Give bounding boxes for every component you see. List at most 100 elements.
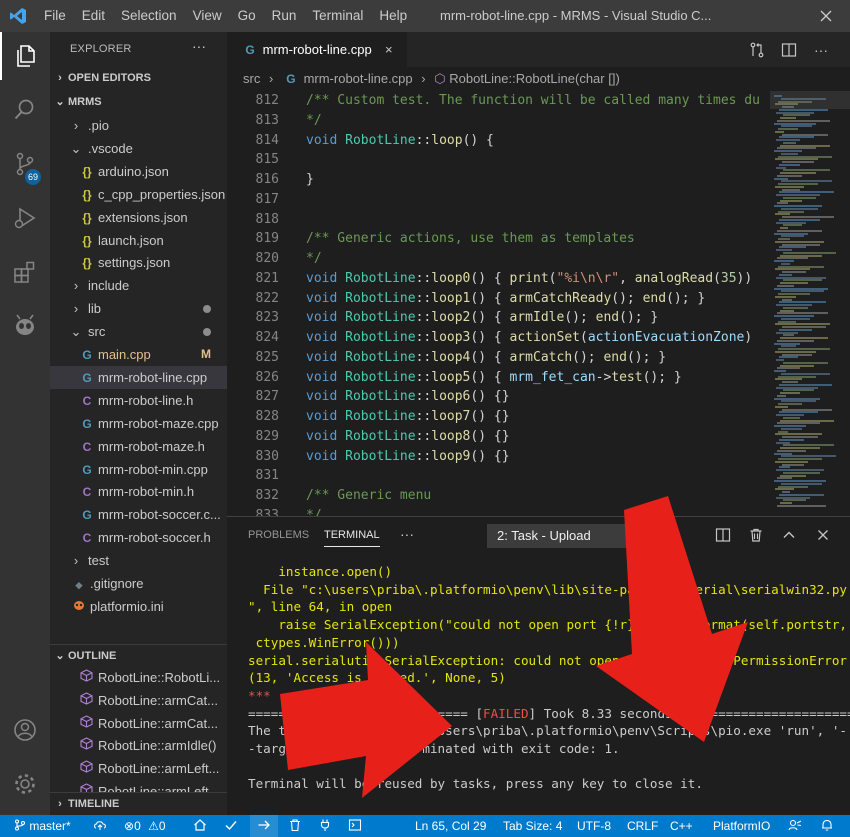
minimap-line <box>776 414 804 416</box>
tree-file[interactable]: Gmrm-robot-min.cpp <box>50 458 227 481</box>
platformio-status[interactable]: PlatformIO <box>713 815 770 837</box>
minimap-line <box>779 438 804 441</box>
code-editor[interactable]: 812 /** Custom test. The function will be… <box>227 91 770 516</box>
code-text: void RobotLine::loop6() {} <box>306 387 510 407</box>
extensions-icon[interactable] <box>0 248 50 296</box>
sync-icon[interactable] <box>93 815 107 837</box>
code-token: RobotLine <box>345 428 416 444</box>
tree-folder[interactable]: › lib <box>50 297 227 320</box>
encoding[interactable]: UTF-8 <box>577 815 611 837</box>
code-token: armCatchReady <box>509 290 612 306</box>
tree-file[interactable]: {} extensions.json <box>50 206 227 229</box>
menu-run[interactable]: Run <box>264 0 305 32</box>
tree-file[interactable]: platformio.ini <box>50 595 227 618</box>
outline-item[interactable]: RobotLine::armCat... <box>50 689 227 712</box>
run-debug-icon[interactable] <box>0 194 50 242</box>
tree-file[interactable]: Gmrm-robot-soccer.c... <box>50 503 227 526</box>
terminal-select-dropdown[interactable]: 2: Task - Upload <box>487 524 677 548</box>
close-window-button[interactable] <box>810 0 842 32</box>
timeline-section[interactable]: › TIMELINE <box>50 792 227 814</box>
close-panel-icon[interactable] <box>809 521 837 549</box>
tree-file[interactable]: Cmrm-robot-soccer.h <box>50 526 227 549</box>
branch-status[interactable]: master* <box>14 815 71 837</box>
open-changes-icon[interactable] <box>743 32 771 67</box>
outline-section[interactable]: ⌄ OUTLINE <box>50 644 227 666</box>
menu-selection[interactable]: Selection <box>113 0 185 32</box>
pio-home-icon[interactable] <box>193 815 207 837</box>
pio-plug-icon[interactable] <box>318 815 332 837</box>
tab-mrm-robot-line-cpp[interactable]: G mrm-robot-line.cpp × <box>227 32 407 67</box>
outline-item[interactable]: RobotLine::RobotLi... <box>50 666 227 689</box>
outline-item[interactable]: RobotLine::armCat... <box>50 712 227 735</box>
explorer-icon[interactable] <box>0 32 50 80</box>
accounts-icon[interactable] <box>0 706 50 754</box>
tree-file[interactable]: {} arduino.json <box>50 160 227 183</box>
tree-file[interactable]: Cmrm-robot-maze.h <box>50 435 227 458</box>
menu-help[interactable]: Help <box>371 0 415 32</box>
tree-file[interactable]: ◆ .gitignore <box>50 572 227 595</box>
tab-terminal[interactable]: TERMINAL <box>324 517 380 547</box>
pio-terminal-icon[interactable] <box>348 815 362 837</box>
tree-file[interactable]: {} settings.json <box>50 251 227 274</box>
pio-upload-arrow-icon[interactable] <box>250 815 278 837</box>
explorer-more-actions-button[interactable]: ··· <box>192 38 206 54</box>
breadcrumb-file[interactable]: mrm-robot-line.cpp <box>304 71 413 86</box>
search-icon[interactable] <box>0 86 50 134</box>
minimap-line <box>780 502 792 504</box>
outline-item[interactable]: RobotLine::armIdle() <box>50 734 227 757</box>
feedback-icon[interactable] <box>788 815 802 837</box>
tree-folder[interactable]: ⌄ src <box>50 320 227 343</box>
minimap-slider[interactable] <box>770 91 850 109</box>
editor-more-actions-button[interactable]: ··· <box>807 32 835 67</box>
code-token: /** Generic actions, use them as templat… <box>306 231 635 247</box>
menu-go[interactable]: Go <box>230 0 264 32</box>
minimap[interactable] <box>770 91 850 516</box>
tree-file[interactable]: {} launch.json <box>50 229 227 252</box>
tree-file[interactable]: Gmain.cpp M <box>50 343 227 366</box>
split-terminal-icon[interactable] <box>709 521 737 549</box>
tree-file[interactable]: Cmrm-robot-min.h <box>50 480 227 503</box>
language-mode[interactable]: C++ <box>670 815 693 837</box>
code-text: void RobotLine::loop0() { print("%i\n\r"… <box>306 269 752 289</box>
workspace-section[interactable]: ⌄ MRMS <box>50 91 227 113</box>
end-of-line[interactable]: CRLF <box>627 815 658 837</box>
tree-folder[interactable]: › test <box>50 549 227 572</box>
platformio-alien-icon[interactable] <box>0 302 50 350</box>
open-editors-section[interactable]: › OPEN EDITORS <box>50 67 227 89</box>
panel-more-button[interactable]: ··· <box>400 517 414 552</box>
outline-item[interactable]: RobotLine::armLeft... <box>50 757 227 780</box>
menu-view[interactable]: View <box>185 0 230 32</box>
code-token: void <box>306 330 346 345</box>
menu-file[interactable]: File <box>36 0 74 32</box>
tree-file[interactable]: {} c_cpp_properties.json <box>50 183 227 206</box>
breadcrumb-folder[interactable]: src <box>243 71 260 86</box>
menu-terminal[interactable]: Terminal <box>304 0 371 32</box>
code-token: loop6 <box>431 389 471 405</box>
pio-build-check-icon[interactable] <box>224 815 238 837</box>
source-control-icon[interactable]: 69 <box>0 140 50 188</box>
tree-file[interactable]: Gmrm-robot-maze.cpp <box>50 412 227 435</box>
tree-file[interactable]: Cmrm-robot-line.h <box>50 389 227 412</box>
tree-folder[interactable]: ⌄ .vscode <box>50 137 227 160</box>
tab-problems[interactable]: PROBLEMS <box>248 517 309 552</box>
tree-folder[interactable]: › include <box>50 274 227 297</box>
minimap-line <box>778 210 804 213</box>
minimap-line <box>779 383 832 386</box>
maximize-panel-chevron-up-icon[interactable] <box>775 521 803 549</box>
tab-size[interactable]: Tab Size: 4 <box>503 815 562 837</box>
menu-edit[interactable]: Edit <box>74 0 113 32</box>
manage-gear-icon[interactable] <box>0 760 50 808</box>
cursor-position[interactable]: Ln 65, Col 29 <box>415 815 486 837</box>
pio-clean-trash-icon[interactable] <box>288 815 302 837</box>
vscode-logo-icon <box>0 0 36 32</box>
kill-terminal-trash-icon[interactable] <box>742 521 770 549</box>
breadcrumb-symbol[interactable]: RobotLine::RobotLine(char []) <box>449 71 620 86</box>
notifications-bell-icon[interactable] <box>820 815 834 837</box>
split-editor-icon[interactable] <box>775 32 803 67</box>
close-tab-icon[interactable]: × <box>385 32 393 67</box>
tree-file[interactable]: Gmrm-robot-line.cpp <box>50 365 227 389</box>
tree-folder[interactable]: › .pio <box>50 114 227 137</box>
workspace-label: MRMS <box>68 96 102 108</box>
problems-status[interactable]: ⊗0 ⚠0 <box>124 815 166 837</box>
code-token: , <box>619 270 635 286</box>
